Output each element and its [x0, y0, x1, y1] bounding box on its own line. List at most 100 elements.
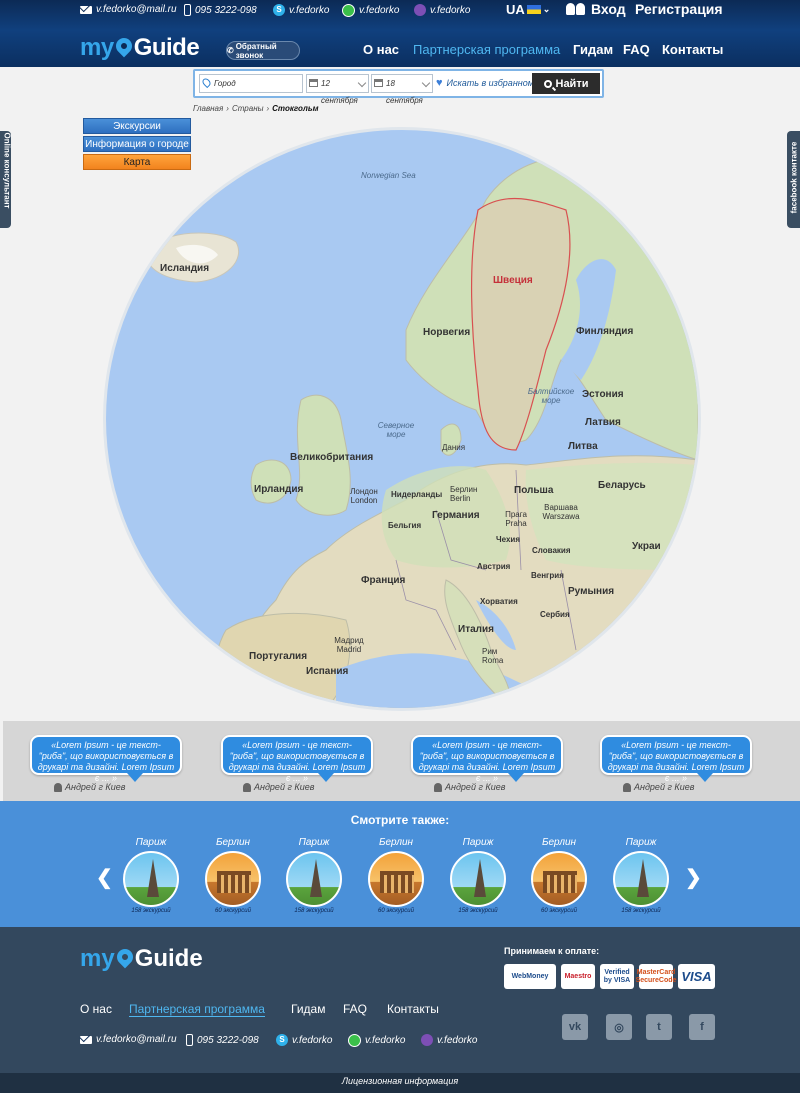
- map-label: Португалия: [249, 651, 308, 662]
- online-consultant-tab[interactable]: Online консультант: [0, 131, 12, 228]
- site-header: v.fedorko@mail.ru 095 3222-098 Sv.fedork…: [0, 0, 800, 67]
- nav-partner[interactable]: Партнерская программа: [413, 42, 560, 57]
- calendar-icon: [374, 79, 383, 87]
- eiffel-tower-image: [613, 851, 669, 907]
- map-label: Norwegian Sea: [361, 171, 416, 180]
- search-favorites-toggle[interactable]: ♥ Искать в избранном: [436, 77, 534, 89]
- map-label: Великобритания: [290, 452, 374, 463]
- viber-icon: [414, 4, 426, 16]
- social-widget-tab[interactable]: facebook контакте: [787, 131, 800, 228]
- site-logo[interactable]: my Guide: [80, 34, 200, 62]
- city-card[interactable]: Париж 158 экскурсий: [606, 837, 676, 914]
- footer-skype[interactable]: Sv.fedorko: [276, 1034, 332, 1046]
- testimonial-author: Андрей г Киев: [434, 782, 505, 792]
- city-card[interactable]: Париж 158 экскурсий: [443, 837, 513, 914]
- map-label: Сербия: [540, 610, 570, 619]
- footer-phone[interactable]: 095 3222-098: [186, 1034, 259, 1046]
- map-label: Германия: [432, 510, 480, 521]
- license-link[interactable]: Лицензионная информация: [0, 1073, 800, 1093]
- instagram-icon[interactable]: ◎: [606, 1014, 632, 1040]
- city-card[interactable]: Париж 158 экскурсий: [279, 837, 349, 914]
- testimonial-author: Андрей г Киев: [54, 782, 125, 792]
- header-email[interactable]: v.fedorko@mail.ru: [80, 4, 177, 15]
- user-icon: [434, 782, 442, 792]
- footer-nav-about[interactable]: О нас: [80, 1002, 112, 1016]
- city-card[interactable]: Берлин 60 экскурсий: [361, 837, 431, 914]
- map-label: Дания: [442, 443, 466, 452]
- brandenburg-gate-image: [205, 851, 261, 907]
- map-label: Венгрия: [531, 571, 564, 580]
- twitter-icon[interactable]: t: [646, 1014, 672, 1040]
- header-phone[interactable]: 095 3222-098: [184, 4, 257, 16]
- users-icon: [566, 3, 586, 15]
- map-label: Бельгия: [388, 521, 422, 530]
- map-label: Словакия: [532, 546, 571, 555]
- vk-icon[interactable]: vk: [562, 1014, 588, 1040]
- facebook-icon[interactable]: f: [689, 1014, 715, 1040]
- nav-contacts[interactable]: Контакты: [662, 42, 723, 57]
- footer-whatsapp[interactable]: v.fedorko: [348, 1034, 405, 1047]
- footer-nav-guides[interactable]: Гидам: [291, 1002, 325, 1016]
- callback-button[interactable]: ✆ Обратный звонок: [226, 41, 300, 60]
- date-from-select[interactable]: 12 сентября: [306, 74, 369, 105]
- footer-email[interactable]: v.fedorko@mail.ru: [80, 1034, 177, 1045]
- breadcrumb-countries[interactable]: Страны: [232, 104, 264, 113]
- testimonial-author: Андрей г Киев: [623, 782, 694, 792]
- breadcrumb: Главная › Страны › Стокгольм: [193, 104, 319, 113]
- footer-nav-partner[interactable]: Партнерская программа: [129, 1002, 265, 1017]
- testimonial-bubble: «Lorem Ipsum - це текст-"риба", що викор…: [30, 735, 182, 783]
- user-icon: [54, 782, 62, 792]
- city-card[interactable]: Берлин 60 экскурсий: [524, 837, 594, 914]
- ukraine-flag-icon: [526, 5, 541, 14]
- map-city-label: Прага Praha: [505, 510, 527, 528]
- nav-guides[interactable]: Гидам: [573, 42, 613, 57]
- see-also-title: Смотрите также:: [350, 813, 450, 827]
- skype-icon: S: [276, 1034, 288, 1046]
- calendar-icon: [309, 79, 318, 87]
- mail-icon: [80, 5, 92, 14]
- map-city-label: Варшава Warszawa: [542, 503, 580, 521]
- header-skype[interactable]: Sv.fedorko: [273, 4, 329, 16]
- map-label: Северное море: [377, 421, 415, 439]
- europe-map[interactable]: Norwegian Sea Исландия Швеция Норвегия Ф…: [106, 130, 698, 708]
- breadcrumb-home[interactable]: Главная: [193, 104, 223, 113]
- testimonials-strip: «Lorem Ipsum - це текст-"риба", що викор…: [3, 721, 800, 801]
- find-button[interactable]: Найти: [532, 73, 600, 94]
- nav-faq[interactable]: FAQ: [623, 42, 650, 57]
- footer-nav-faq[interactable]: FAQ: [343, 1002, 367, 1016]
- whatsapp-icon: [348, 1034, 361, 1047]
- map-label: Ирландия: [254, 484, 304, 495]
- map-label-selected-country: Швеция: [493, 275, 533, 286]
- map-label: Австрия: [477, 562, 511, 571]
- city-card[interactable]: Берлин 60 экскурсий: [198, 837, 268, 914]
- map-label: Исландия: [160, 263, 210, 274]
- map-city-label: Берлин Berlin: [450, 485, 478, 503]
- location-pin-icon: [113, 945, 137, 969]
- footer-nav-contacts[interactable]: Контакты: [387, 1002, 439, 1016]
- location-pin-icon: [112, 34, 136, 58]
- header-whatsapp[interactable]: v.fedorko: [342, 4, 399, 17]
- carousel-next-arrow-icon[interactable]: ❯: [685, 865, 702, 890]
- city-card[interactable]: Париж 158 экскурсий: [116, 837, 186, 914]
- map-label: Беларусь: [598, 480, 646, 491]
- date-to-select[interactable]: 18 сентября: [371, 74, 433, 105]
- mastercard-securecode-logo: MasterCard SecureCode: [636, 964, 676, 989]
- nav-about[interactable]: О нас: [363, 42, 399, 57]
- see-also-carousel: Смотрите также: ❮ ❯ Париж 158 экскурсий Б…: [0, 801, 800, 927]
- search-icon: [543, 79, 552, 88]
- map-label: Румыния: [568, 586, 615, 597]
- city-input[interactable]: Город: [199, 74, 303, 93]
- footer-viber[interactable]: v.fedorko: [421, 1034, 477, 1046]
- site-footer: my Guide О нас Партнерская программа Гид…: [0, 927, 800, 1073]
- login-link[interactable]: Вход: [566, 1, 626, 17]
- location-pin-icon: [200, 76, 213, 89]
- eiffel-tower-image: [123, 851, 179, 907]
- register-link[interactable]: Регистрация: [635, 1, 723, 17]
- carousel-prev-arrow-icon[interactable]: ❮: [96, 865, 113, 890]
- verified-by-visa-logo: Verified by VISA: [600, 964, 634, 989]
- maestro-logo: Maestro: [561, 964, 595, 989]
- language-selector[interactable]: UA ⌄: [506, 2, 550, 17]
- header-viber[interactable]: v.fedorko: [414, 4, 470, 16]
- footer-logo[interactable]: my Guide: [80, 945, 203, 973]
- user-icon: [243, 782, 251, 792]
